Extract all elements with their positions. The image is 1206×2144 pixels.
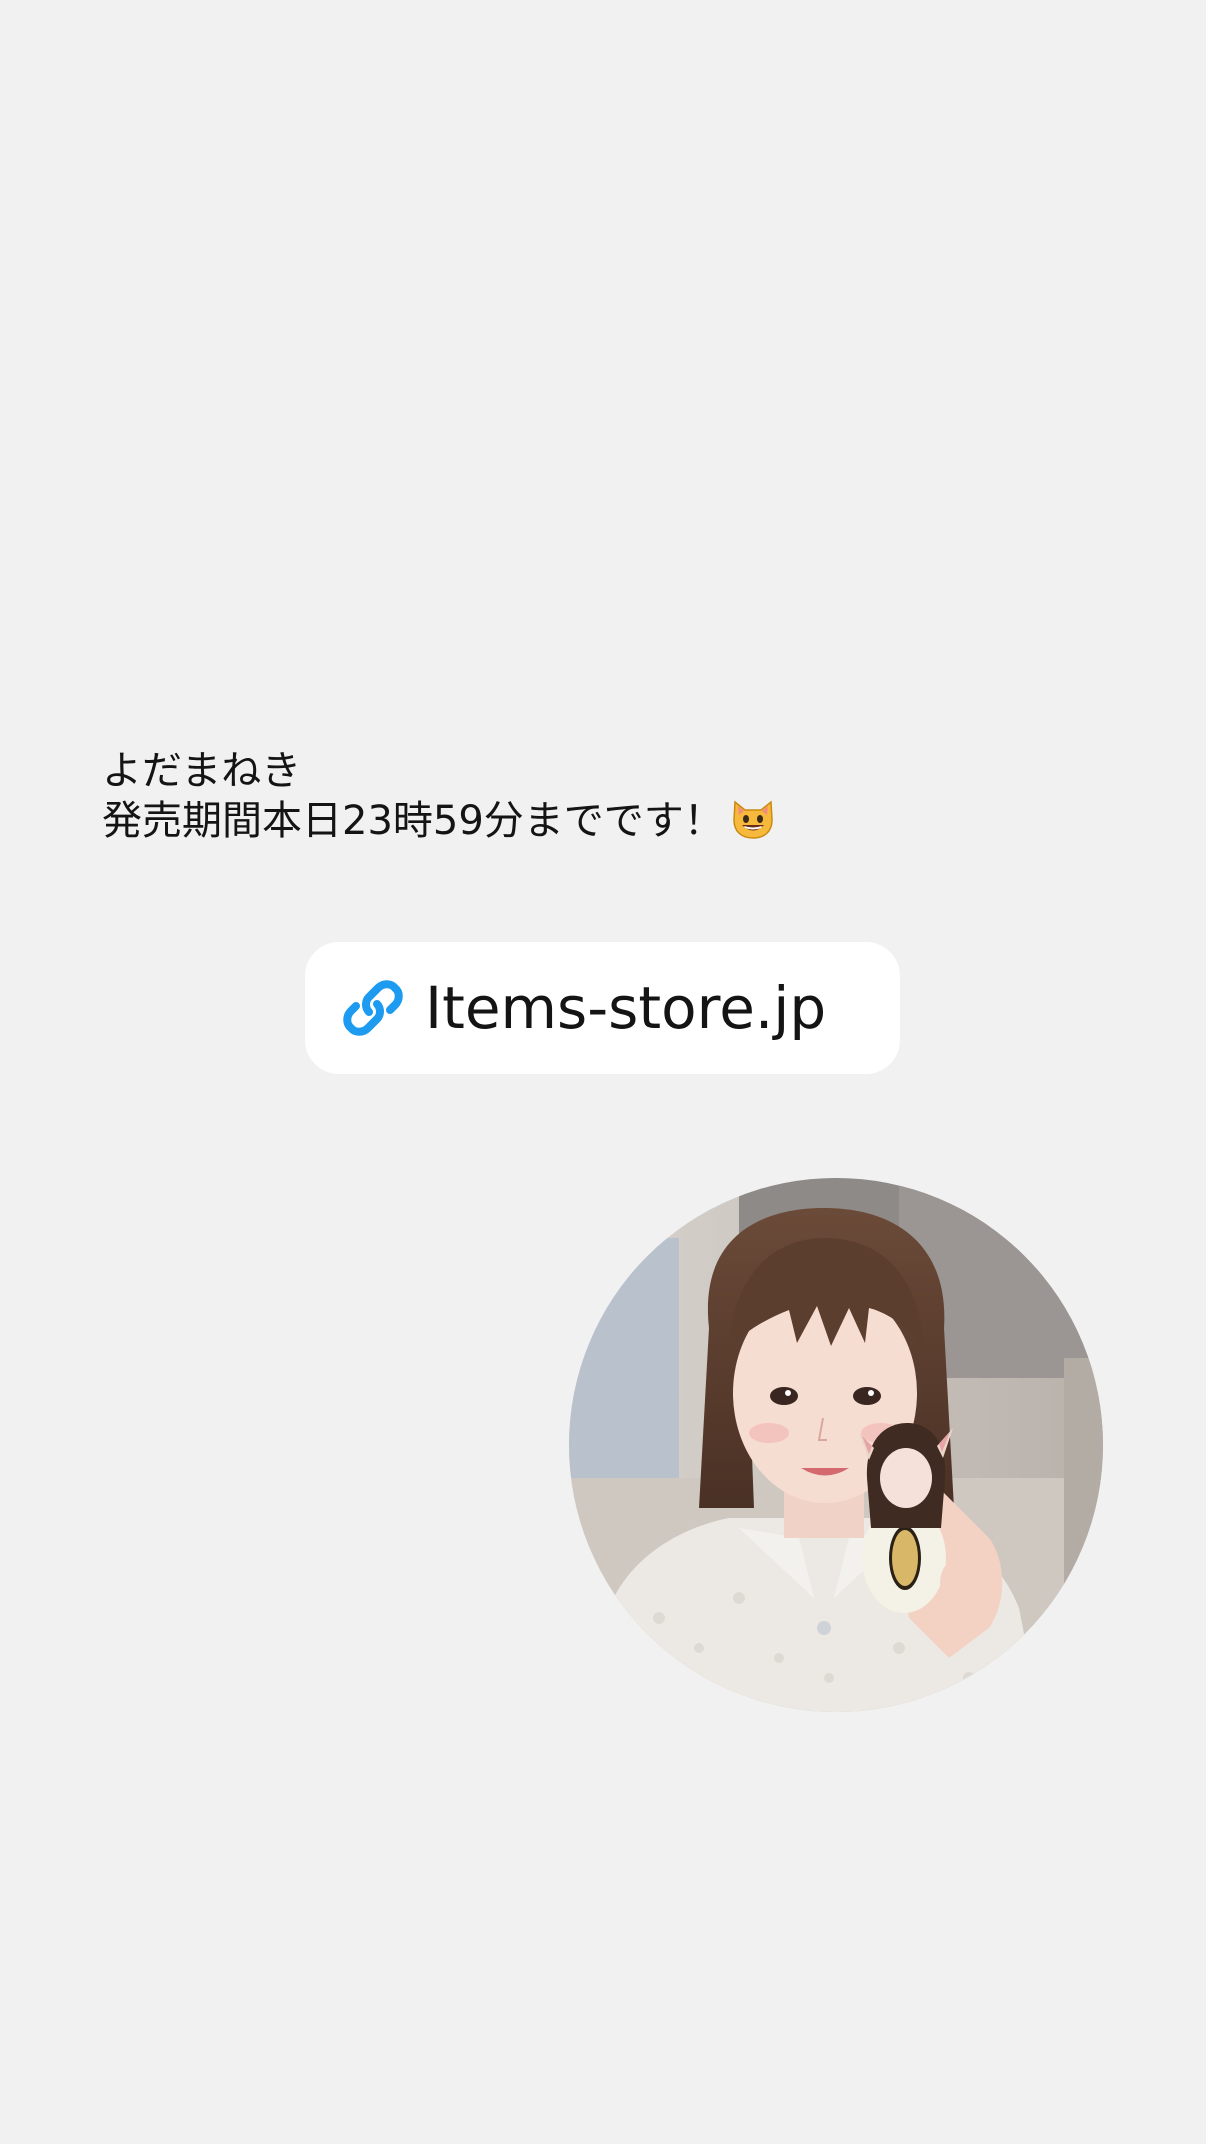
link-sticker-label: Items-store.jp <box>425 974 827 1042</box>
caption-line-1: よだまねき <box>102 748 302 794</box>
link-icon <box>343 980 403 1036</box>
caption-line-2: 発売期間本日23時59分までです！ <box>102 796 776 846</box>
link-sticker[interactable]: Items-store.jp <box>305 942 900 1074</box>
story-caption: よだまねき 発売期間本日23時59分までです！ <box>102 746 776 846</box>
grinning-cat-emoji-icon <box>733 800 773 839</box>
photo-illustration <box>569 1178 1103 1712</box>
profile-photo <box>569 1178 1103 1712</box>
caption-line-2-text: 発売期間本日23時59分までです！ <box>102 798 724 844</box>
